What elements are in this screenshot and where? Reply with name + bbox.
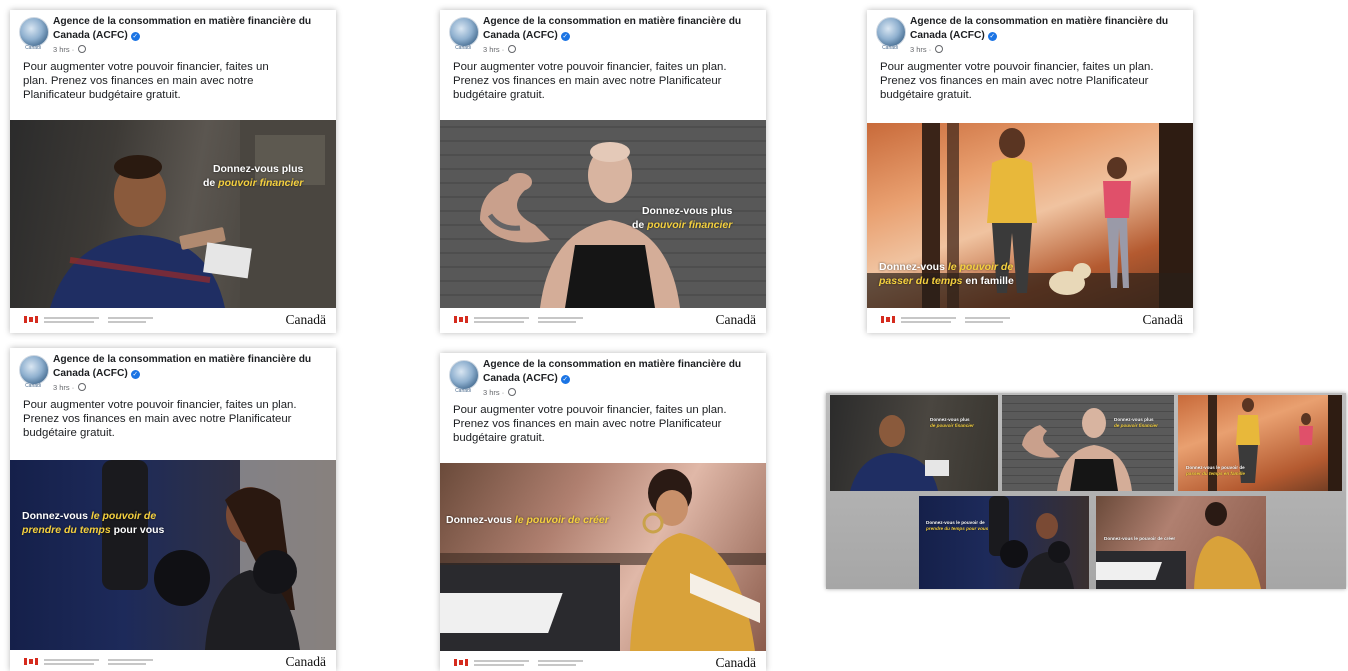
page-avatar[interactable] — [19, 355, 49, 385]
banner-tile-2: Donnez-vous plus de pouvoir financier — [1002, 395, 1174, 491]
verified-badge-icon: ✓ — [560, 375, 570, 384]
ad-footer: Canadä — [440, 308, 766, 331]
ad-image[interactable]: Donnez-vous plus de pouvoir financier — [440, 120, 766, 308]
globe-icon — [78, 45, 87, 53]
page-name[interactable]: Agence de la consommation en matière fin… — [53, 353, 329, 381]
page-name[interactable]: Agence de la consommation en matière fin… — [910, 15, 1186, 43]
page-avatar[interactable] — [449, 360, 479, 390]
globe-icon — [935, 45, 944, 53]
post-header: Canadi Agence de la consommation en mati… — [440, 353, 766, 463]
post-header: Canadi Agence de la consommation en mati… — [10, 10, 336, 120]
page-avatar[interactable] — [19, 17, 49, 47]
post-meta: 3 hrs · — [483, 388, 517, 397]
globe-icon — [508, 388, 517, 396]
post-text: Pour augmenter votre pouvoir financier, … — [23, 399, 297, 439]
post-header: Canadi Agence de la consommation en mati… — [440, 10, 766, 120]
page-avatar[interactable] — [876, 17, 906, 47]
ad-footer: Canadä — [440, 651, 766, 671]
ad-overlay-text: Donnez-vous le pouvoir de créer — [446, 514, 609, 526]
canada-flag-icon — [881, 316, 895, 323]
banner-tile-5: Donnez-vous le pouvoir de créer — [1096, 496, 1266, 589]
post-text: Pour augmenter votre pouvoir financier, … — [23, 61, 269, 101]
banner-tile-4: Donnez-vous le pouvoir de prendre du temp… — [919, 496, 1089, 589]
canada-wordmark: Canadä — [715, 655, 756, 670]
banner-tile-3: Donnez-vous le pouvoir de passer du temps… — [1178, 395, 1342, 491]
ad-footer: Canadä — [10, 308, 336, 331]
ad-post-card-3: Canadi Agence de la consommation en mati… — [867, 10, 1193, 333]
post-meta: 3 hrs · — [53, 383, 87, 392]
banner-tile-1: Donnez-vous plus de pouvoir financier — [830, 395, 998, 491]
banner-collage[interactable]: Donnez-vous plus de pouvoir financier Don… — [826, 393, 1346, 589]
canada-flag-icon — [24, 316, 38, 323]
ad-image[interactable]: Donnez-vous le pouvoir de passer du temps… — [867, 123, 1193, 308]
ad-image[interactable]: Donnez-vous le pouvoir de prendre du temp… — [10, 460, 336, 650]
avatar-wordmark: Canadi — [25, 383, 41, 389]
page-avatar[interactable] — [449, 17, 479, 47]
avatar-wordmark: Canadi — [882, 45, 898, 51]
ad-overlay-text: Donnez-vous plus de pouvoir financier — [203, 163, 304, 189]
ad-post-card-5: Canadi Agence de la consommation en mati… — [440, 353, 766, 671]
canada-wordmark: Canadä — [285, 312, 326, 327]
verified-badge-icon: ✓ — [130, 32, 140, 41]
ad-post-card-2: Canadi Agence de la consommation en mati… — [440, 10, 766, 333]
post-text: Pour augmenter votre pouvoir financier, … — [453, 61, 727, 101]
page-name[interactable]: Agence de la consommation en matière fin… — [483, 358, 759, 386]
ad-post-card-4: Canadi Agence de la consommation en mati… — [10, 348, 336, 671]
post-meta: 3 hrs · — [910, 45, 944, 54]
canada-flag-icon — [454, 316, 468, 323]
verified-badge-icon: ✓ — [560, 32, 570, 41]
post-text: Pour augmenter votre pouvoir financier, … — [880, 61, 1154, 101]
boxing-photo — [102, 460, 336, 650]
ad-post-card-1: Canadi Agence de la consommation en mati… — [10, 10, 336, 333]
cafe-photo — [50, 120, 336, 308]
post-meta: 3 hrs · — [53, 45, 87, 54]
ad-overlay-text: Donnez-vous le pouvoir de passer du temps… — [879, 261, 1014, 287]
canada-flag-icon — [24, 658, 38, 665]
ad-overlay-text: Donnez-vous plus de pouvoir financier — [632, 205, 733, 231]
ad-image[interactable]: Donnez-vous plus de pouvoir financier — [10, 120, 336, 308]
ad-image[interactable]: Donnez-vous le pouvoir de créer — [440, 463, 766, 651]
ad-footer: Canadä — [867, 308, 1193, 331]
canada-wordmark: Canadä — [1142, 312, 1183, 327]
page-name[interactable]: Agence de la consommation en matière fin… — [53, 15, 329, 43]
post-header: Canadi Agence de la consommation en mati… — [10, 348, 336, 458]
verified-badge-icon: ✓ — [987, 32, 997, 41]
ad-footer: Canadä — [10, 650, 336, 671]
canada-wordmark: Canadä — [715, 312, 756, 327]
page-name[interactable]: Agence de la consommation en matière fin… — [483, 15, 759, 43]
globe-icon — [508, 45, 517, 53]
ad-overlay-text: Donnez-vous le pouvoir de prendre du temp… — [22, 510, 165, 536]
post-text: Pour augmenter votre pouvoir financier, … — [453, 404, 727, 444]
avatar-wordmark: Canadi — [25, 45, 41, 51]
canada-flag-icon — [454, 659, 468, 666]
post-meta: 3 hrs · — [483, 45, 517, 54]
globe-icon — [78, 383, 87, 391]
piano-photo — [440, 469, 766, 651]
verified-badge-icon: ✓ — [130, 370, 140, 379]
avatar-wordmark: Canadi — [455, 388, 471, 394]
avatar-wordmark: Canadi — [455, 45, 471, 51]
canada-wordmark: Canadä — [285, 654, 326, 669]
post-header: Canadi Agence de la consommation en mati… — [867, 10, 1193, 120]
